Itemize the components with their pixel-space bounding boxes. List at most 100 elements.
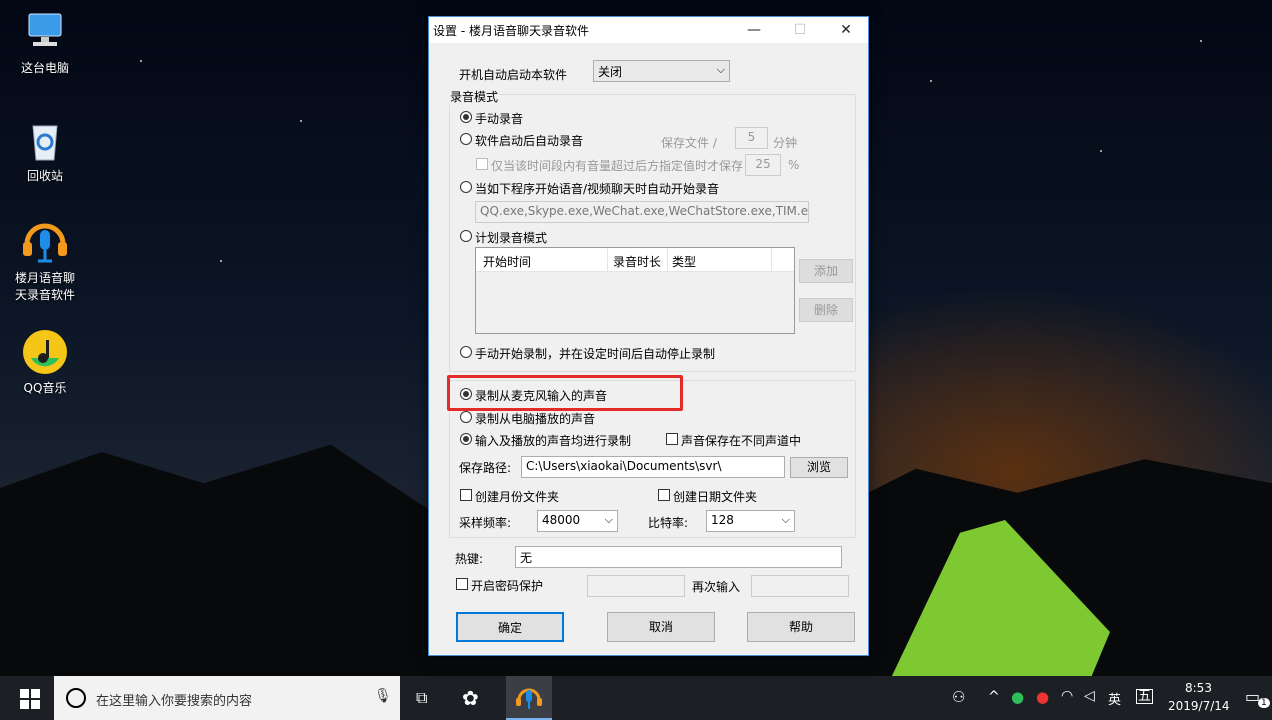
chevron-down-icon: ⌵ (604, 513, 613, 526)
save-path-input[interactable]: C:\Users\xiaokai\Documents\svr\ (521, 456, 785, 478)
reenter-password-input[interactable] (751, 575, 849, 597)
desktop-icon-label: 楼月语音聊天录音软件 (14, 271, 75, 302)
title-bar: 设置 - 楼月语音聊天录音软件 — ☐ ✕ (429, 17, 868, 43)
chevron-up-icon[interactable]: ^ (988, 689, 1000, 705)
bitrate-select[interactable]: 128 ⌵ (706, 510, 795, 532)
column-type[interactable]: 类型 (672, 253, 696, 270)
star (1200, 40, 1202, 42)
reenter-label: 再次输入 (692, 580, 741, 594)
both-source-label: 输入及播放的声音均进行录制 (475, 434, 632, 448)
chevron-down-icon: ⌵ (716, 63, 725, 76)
schedule-table[interactable]: 开始时间 录音时长 类型 (475, 247, 795, 334)
star (140, 60, 142, 62)
desktop-icon-recycle-bin[interactable]: 回收站 (0, 116, 90, 185)
ok-button[interactable]: 确定 (456, 612, 564, 642)
close-button[interactable]: ✕ (823, 17, 869, 43)
network-icon[interactable]: ◠ (1061, 688, 1073, 704)
people-icon[interactable]: ⚇ (952, 688, 965, 706)
desktop-icon-label: 这台电脑 (20, 61, 69, 75)
settings-dialog: 设置 - 楼月语音聊天录音软件 — ☐ ✕ 开机自动启动本软件 关闭 ⌵ 录音模… (428, 16, 869, 656)
desktop-icon-this-pc[interactable]: 这台电脑 (0, 8, 90, 77)
both-source-radio[interactable] (460, 433, 472, 445)
record-mode-label: 录音模式 (449, 88, 500, 105)
autostart-label: 开机自动启动本软件 (459, 68, 568, 82)
ime-mode[interactable]: 五 (1136, 689, 1154, 704)
help-button[interactable]: 帮助 (747, 612, 855, 642)
pinned-app-icon[interactable]: ✿ (462, 686, 479, 710)
taskbar: 在这里输入你要搜索的内容 🎙 ⧉ ✿ ⚇ ^ ● ● ◠ ◁ 英 五 8:53 … (0, 676, 1272, 720)
qq-music-icon (21, 328, 69, 376)
monthly-folder-checkbox[interactable] (460, 489, 472, 501)
desktop-icon-louyue[interactable]: 楼月语音聊天录音软件 (0, 218, 90, 304)
add-schedule-button[interactable]: 添加 (799, 259, 853, 283)
column-start-time[interactable]: 开始时间 (483, 253, 531, 270)
maximize-button[interactable]: ☐ (777, 17, 823, 43)
microphone-icon[interactable]: 🎙 (374, 688, 392, 704)
pc-source-radio[interactable] (460, 411, 472, 423)
star (220, 260, 222, 262)
window-title: 设置 - 楼月语音聊天录音软件 (433, 24, 589, 38)
schedule-table-header: 开始时间 录音时长 类型 (476, 248, 794, 272)
qq-icon[interactable]: ● (1036, 688, 1049, 706)
task-view-icon[interactable]: ⧉ (416, 688, 427, 708)
recycle-bin-icon (21, 116, 69, 164)
hotkey-input[interactable]: 无 (515, 546, 842, 568)
cancel-button[interactable]: 取消 (607, 612, 715, 642)
auto-on-start-radio[interactable] (460, 133, 472, 145)
hotkey-label: 热键: (455, 552, 484, 566)
password-label: 开启密码保护 (471, 579, 544, 593)
manual-timed-radio[interactable] (460, 346, 472, 358)
volume-threshold-label: 仅当该时间段内有音量超过后方指定值时才保存 (491, 159, 744, 173)
delete-schedule-button[interactable]: 删除 (799, 298, 853, 322)
chevron-down-icon: ⌵ (781, 513, 790, 526)
save-file-label: 保存文件 / (661, 136, 717, 150)
auto-on-programs-radio[interactable] (460, 181, 472, 193)
autostart-select[interactable]: 关闭 ⌵ (593, 60, 730, 82)
cortana-icon (66, 688, 86, 708)
password-input[interactable] (587, 575, 685, 597)
ime-language[interactable]: 英 (1108, 689, 1121, 708)
desktop-icon-qqmusic[interactable]: QQ音乐 (0, 328, 90, 397)
password-checkbox[interactable] (456, 578, 468, 590)
wechat-icon[interactable]: ● (1011, 688, 1024, 706)
monthly-folder-label: 创建月份文件夹 (475, 490, 560, 504)
manual-record-radio[interactable] (460, 111, 472, 123)
desktop-icon-label: 回收站 (26, 169, 63, 183)
daily-folder-checkbox[interactable] (658, 489, 670, 501)
taskbar-search-box[interactable]: 在这里输入你要搜索的内容 🎙 (54, 676, 400, 720)
separate-channel-checkbox[interactable] (666, 433, 678, 445)
computer-icon (21, 8, 69, 56)
save-path-label: 保存路径: (459, 461, 512, 475)
sample-rate-select[interactable]: 48000 ⌵ (537, 510, 618, 532)
highlight-box (447, 375, 683, 411)
scheduled-radio[interactable] (460, 230, 472, 242)
minimize-button[interactable]: — (731, 17, 777, 43)
manual-timed-label: 手动开始录制，并在设定时间后自动停止录制 (475, 347, 716, 361)
star (1100, 150, 1102, 152)
volume-icon[interactable]: ◁ (1084, 688, 1095, 704)
column-duration[interactable]: 录音时长 (613, 253, 661, 270)
windows-start-icon[interactable] (20, 689, 40, 709)
sample-rate-value: 48000 (542, 513, 581, 527)
programs-list-input[interactable]: QQ.exe,Skype.exe,WeChat.exe,WeChatStore.… (475, 201, 809, 223)
bitrate-label: 比特率: (648, 516, 689, 530)
volume-value-input[interactable]: 25 (745, 154, 781, 176)
star (930, 80, 932, 82)
separate-channel-label: 声音保存在不同声道中 (681, 434, 802, 448)
louyue-taskbar-button[interactable] (506, 676, 552, 720)
pc-source-label: 录制从电脑播放的声音 (475, 412, 596, 426)
browse-button[interactable]: 浏览 (790, 457, 848, 478)
clock-date[interactable]: 2019/7/14 (1168, 699, 1230, 713)
autostart-value: 关闭 (598, 65, 623, 79)
headset-mic-icon (516, 688, 542, 709)
desktop-icon-label: QQ音乐 (23, 381, 67, 395)
minutes-unit: 分钟 (773, 136, 798, 150)
star (300, 120, 302, 122)
search-placeholder: 在这里输入你要搜索的内容 (96, 694, 253, 709)
percent-unit: % (788, 158, 800, 172)
clock-time[interactable]: 8:53 (1185, 681, 1212, 695)
save-minutes-input[interactable]: 5 (735, 127, 768, 149)
notification-count: 1 (1258, 698, 1270, 708)
volume-threshold-checkbox[interactable] (476, 158, 488, 170)
sample-rate-label: 采样频率: (459, 516, 512, 530)
